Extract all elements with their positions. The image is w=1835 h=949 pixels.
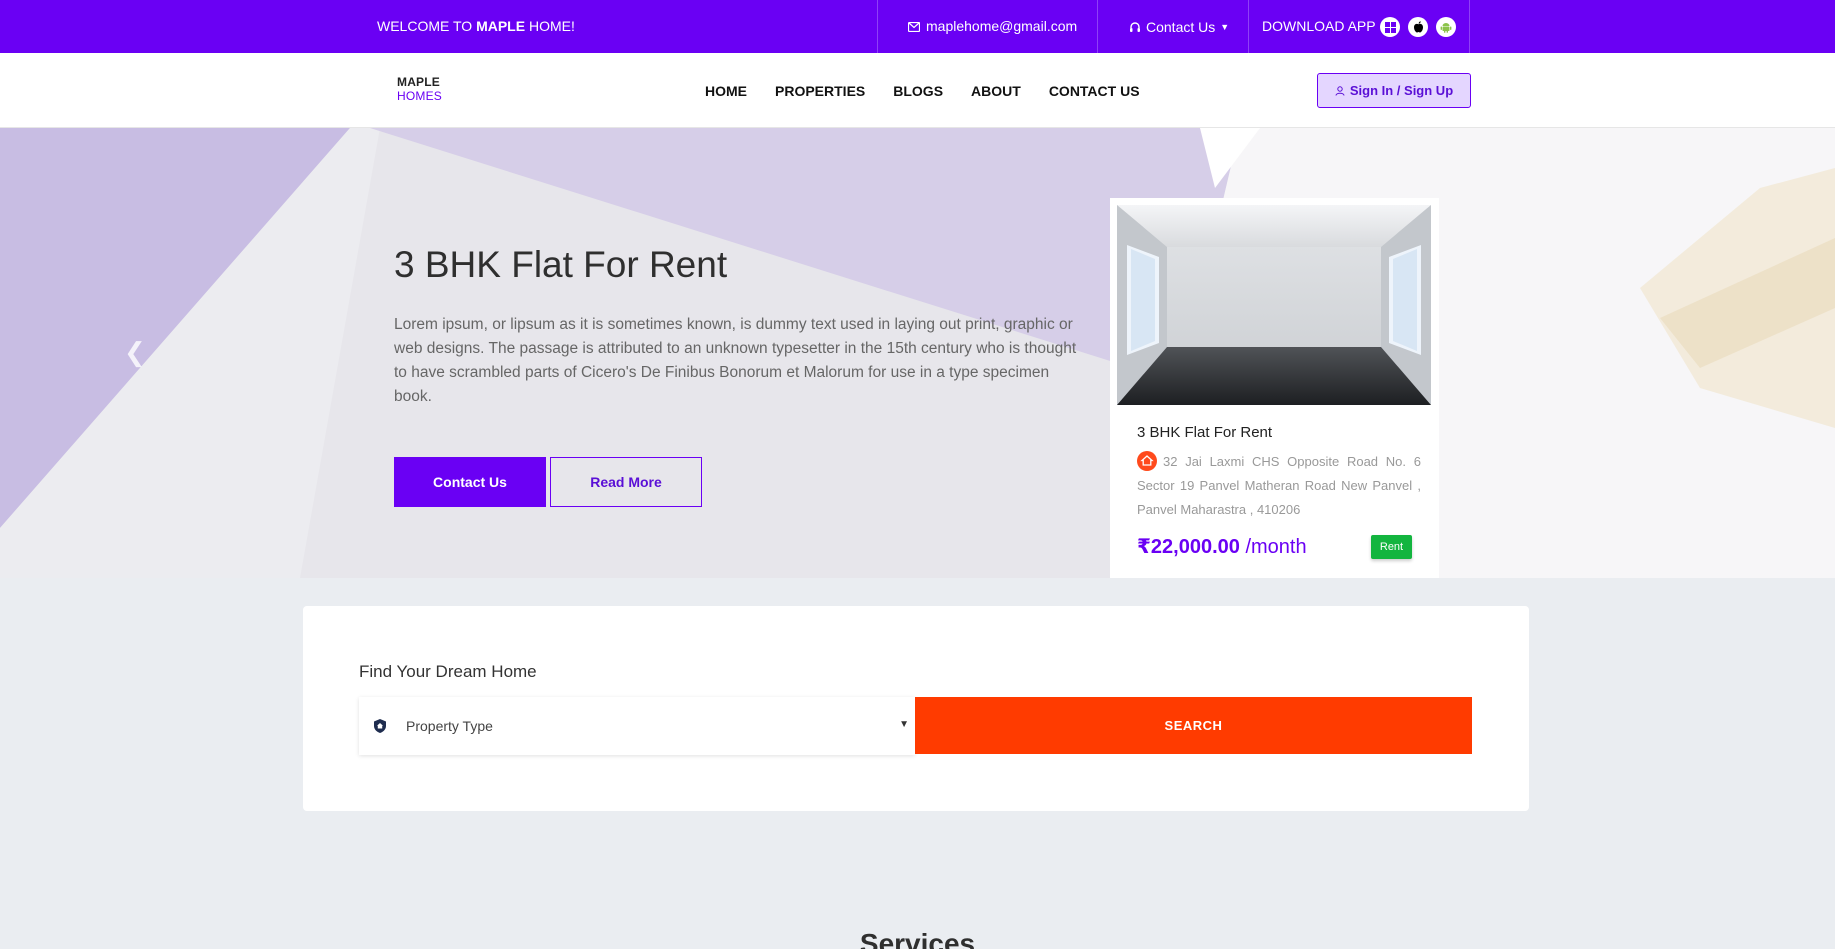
contact-us-button[interactable]: Contact Us [394, 457, 546, 507]
address-text: 32 Jai Laxmi CHS Opposite Road No. 6 Sec… [1137, 454, 1421, 517]
contact-dropdown[interactable]: Contact Us ▼ [1129, 0, 1229, 53]
site-logo[interactable]: MAPLE HOMES [397, 75, 442, 103]
hero-description: Lorem ipsum, or lipsum as it is sometime… [394, 316, 1077, 405]
shield-home-icon [374, 719, 386, 733]
email-text: maplehome@gmail.com [926, 18, 1078, 34]
sign-in-button[interactable]: Sign In / Sign Up [1317, 73, 1471, 108]
welcome-brand: MAPLE [476, 18, 526, 34]
services-heading: Services [859, 928, 976, 949]
android-icon[interactable] [1436, 17, 1456, 37]
property-type-value: Property Type [406, 718, 493, 734]
divider [877, 0, 878, 53]
caret-down-icon: ▼ [899, 719, 909, 730]
slider-prev-arrow[interactable]: ❮ [124, 337, 146, 368]
apple-icon[interactable] [1408, 17, 1428, 37]
headset-icon [1130, 21, 1140, 32]
divider [1097, 0, 1098, 53]
search-button[interactable]: SEARCH [915, 697, 1472, 754]
sign-in-label: Sign In / Sign Up [1349, 83, 1454, 98]
user-icon [1335, 85, 1345, 96]
price-amount: ₹22,000.00 [1137, 536, 1240, 558]
nav-properties[interactable]: PROPERTIES [775, 83, 865, 99]
top-bar: WELCOME TO MAPLE HOME! maplehome@gmail.c… [0, 0, 1835, 53]
caret-down-icon: ▼ [1220, 21, 1230, 32]
divider [1248, 0, 1249, 53]
download-app-label: DOWNLOAD APP [1262, 18, 1376, 34]
windows-icon[interactable] [1380, 17, 1400, 37]
property-address: 32 Jai Laxmi CHS Opposite Road No. 6 Sec… [1137, 450, 1421, 522]
contact-label: Contact Us [1146, 18, 1216, 35]
logo-line1: MAPLE [397, 75, 440, 89]
main-navbar: MAPLE HOMES HOME PROPERTIES BLOGS ABOUT … [0, 53, 1835, 128]
property-title[interactable]: 3 BHK Flat For Rent [1137, 424, 1272, 441]
search-title: Find Your Dream Home [359, 662, 537, 681]
hero-title: 3 BHK Flat For Rent [394, 244, 728, 285]
divider [1469, 0, 1470, 53]
welcome-prefix: WELCOME TO [377, 18, 477, 34]
nav-about[interactable]: ABOUT [971, 83, 1021, 99]
rent-badge: Rent [1371, 535, 1412, 559]
price-unit: /month [1239, 536, 1307, 558]
search-panel: Find Your Dream Home Property Type ▼ SEA… [303, 606, 1529, 811]
email-link[interactable]: maplehome@gmail.com [908, 0, 1077, 53]
read-more-button[interactable]: Read More [550, 457, 702, 507]
nav-home[interactable]: HOME [705, 83, 747, 99]
location-pin-icon [1137, 450, 1157, 471]
nav-contact-us[interactable]: CONTACT US [1049, 83, 1140, 99]
property-price: ₹22,000.00 /month [1137, 534, 1307, 559]
property-card[interactable]: 3 BHK Flat For Rent 32 Jai Laxmi CHS Opp… [1110, 198, 1439, 578]
nav-blogs[interactable]: BLOGS [893, 83, 943, 99]
nav-links: HOME PROPERTIES BLOGS ABOUT CONTACT US [705, 53, 1140, 128]
property-photo [1117, 205, 1431, 405]
welcome-suffix: HOME! [525, 18, 575, 34]
mail-icon [908, 21, 920, 32]
hero-slider: ❮ 3 BHK Flat For Rent Lorem ipsum, or li… [0, 128, 1835, 578]
logo-line2: HOMES [397, 89, 443, 103]
welcome-text: WELCOME TO MAPLE HOME! [377, 0, 575, 53]
app-icons [1380, 17, 1456, 37]
property-type-select[interactable]: Property Type ▼ [359, 697, 915, 755]
